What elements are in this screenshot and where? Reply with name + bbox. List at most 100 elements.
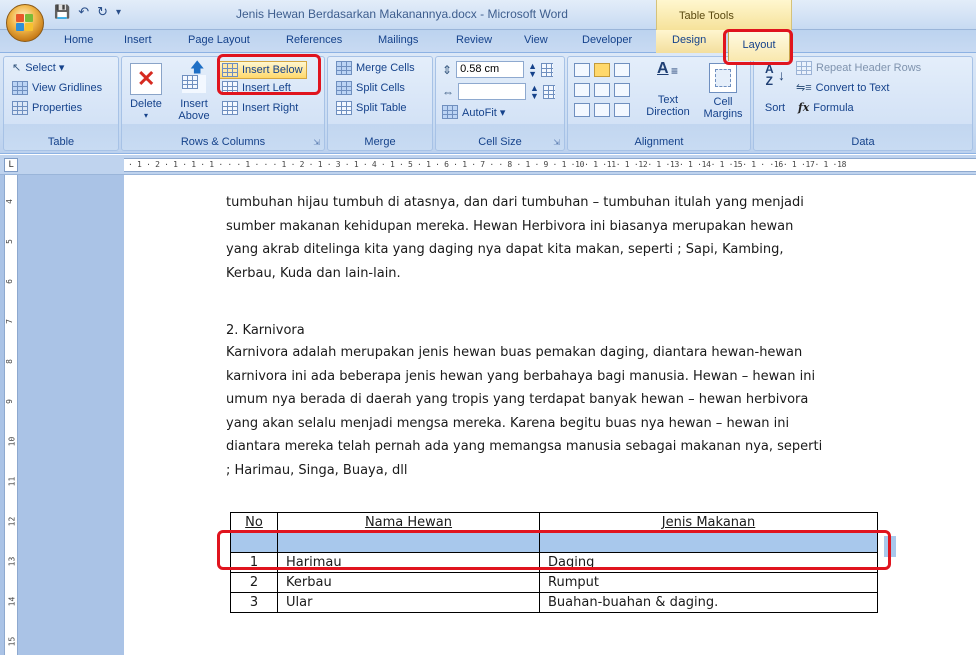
distribute-rows-icon[interactable] — [540, 62, 553, 77]
align-bottom-left-icon[interactable] — [574, 103, 590, 117]
tab-layout[interactable]: Layout — [728, 30, 790, 61]
tab-home[interactable]: Home — [64, 34, 93, 46]
table-cell[interactable]: Rumput — [539, 572, 878, 593]
row-height-input[interactable]: 0.58 cm — [456, 61, 525, 78]
merge-cells-label: Merge Cells — [356, 62, 415, 74]
header-nama-hewan[interactable]: Nama Hewan — [277, 512, 540, 533]
text-direction-button[interactable]: A ≡ Text Direction — [640, 61, 696, 119]
align-bottom-right-icon[interactable] — [614, 103, 630, 117]
table-cell[interactable] — [230, 532, 278, 553]
delete-button[interactable]: ✕ Delete ▾ — [126, 63, 166, 122]
sort-button[interactable]: AZ ↓ Sort — [760, 63, 790, 114]
table-properties-icon — [12, 101, 28, 115]
insert-right-label: Insert Right — [242, 102, 299, 114]
table-cell[interactable] — [539, 532, 878, 553]
cell-margins-label-1: Cell — [713, 96, 733, 108]
save-icon[interactable]: 💾 — [54, 5, 70, 20]
table-cell[interactable]: Buahan-buahan & daging. — [539, 592, 878, 613]
vertical-ruler[interactable]: 4 5 6 7 8 9 10 11 12 13 14 15 — [4, 175, 18, 655]
formula-button[interactable]: fx Formula — [798, 101, 854, 114]
dialog-launcher-icon[interactable]: ⇲ — [313, 138, 320, 147]
cell-margins-icon — [709, 63, 737, 93]
redo-icon[interactable]: ↻ — [97, 5, 108, 20]
tab-review[interactable]: Review — [456, 34, 492, 46]
column-width-input[interactable] — [458, 83, 526, 100]
document-page[interactable]: tumbuhan hijau tumbuh di atasnya, dan da… — [124, 175, 976, 655]
table-cell[interactable]: Harimau — [277, 552, 540, 573]
distribute-columns-icon[interactable] — [542, 84, 555, 99]
text-line: diantara mereka telah pernah ada yang me… — [226, 439, 823, 454]
tab-selector-icon[interactable]: L — [4, 158, 18, 172]
table-cell[interactable]: 2 — [230, 572, 278, 593]
table-cell[interactable]: Kerbau — [277, 572, 540, 593]
animal-table[interactable]: No Nama Hewan Jenis Makanan 1 Harimau Da… — [230, 512, 878, 613]
table-row-selected[interactable] — [230, 532, 878, 553]
table-cell[interactable]: Ular — [277, 592, 540, 613]
table-row[interactable]: 2 Kerbau Rumput — [230, 572, 878, 593]
table-row[interactable]: 1 Harimau Daging — [230, 552, 878, 573]
insert-left-button[interactable]: Insert Left — [222, 81, 291, 95]
column-width-spinner-icon[interactable]: ▲ ▼ — [530, 83, 539, 100]
insert-right-button[interactable]: Insert Right — [222, 101, 298, 115]
insert-above-button[interactable]: 🡅 Insert Above — [174, 60, 214, 122]
sort-label: Sort — [764, 102, 786, 114]
window-title: Jenis Hewan Berdasarkan Makanannya.docx … — [236, 7, 568, 21]
cell-margins-button[interactable]: Cell Margins — [698, 63, 748, 120]
text-line: yang akrab ditelinga kita yang daging ny… — [226, 242, 784, 257]
text-line: Kerbau, Kuda dan lain-lain. — [226, 265, 401, 281]
tab-insert[interactable]: Insert — [124, 34, 152, 46]
text-line: tumbuhan hijau tumbuh di atasnya, dan da… — [226, 195, 804, 210]
title-bar: 💾 ↶ ↻ ▾ Jenis Hewan Berdasarkan Makanann… — [0, 0, 976, 30]
dialog-launcher-icon[interactable]: ⇲ — [553, 138, 560, 147]
tab-references[interactable]: References — [286, 34, 342, 46]
table-cell[interactable] — [277, 532, 540, 553]
office-button[interactable] — [6, 4, 44, 42]
align-middle-center-icon[interactable] — [594, 83, 610, 97]
quick-access-toolbar: 💾 ↶ ↻ ▾ — [54, 5, 121, 20]
horizontal-ruler[interactable]: · 1 · 2 · 1 · 1 · 1 · · · 1 · · · 1 · 2 … — [124, 158, 976, 172]
table-cell[interactable]: 1 — [230, 552, 278, 573]
align-middle-right-icon[interactable] — [614, 83, 630, 97]
header-no[interactable]: No — [230, 512, 278, 533]
group-label-merge: Merge — [364, 136, 396, 148]
header-jenis-makanan[interactable]: Jenis Makanan — [539, 512, 878, 533]
tab-design[interactable]: Design — [672, 34, 706, 46]
table-cell[interactable]: 3 — [230, 592, 278, 613]
table-row[interactable]: 3 Ular Buahan-buahan & daging. — [230, 592, 878, 613]
autofit-label: AutoFit ▾ — [462, 106, 506, 119]
paragraph-karnivora: 2. Karnivora Karnivora adalah merupakan … — [226, 321, 866, 482]
repeat-header-rows-button[interactable]: Repeat Header Rows — [796, 61, 921, 75]
split-cells-button[interactable]: Split Cells — [336, 81, 405, 95]
split-cells-icon — [336, 81, 352, 95]
select-label: Select ▾ — [25, 62, 65, 74]
text-line: karnivora ini ada beberapa jenis hewan y… — [226, 368, 816, 384]
tab-mailings[interactable]: Mailings — [378, 34, 418, 46]
align-top-right-icon[interactable] — [614, 63, 630, 77]
insert-below-button[interactable]: Insert Below — [218, 61, 307, 79]
insert-below-icon — [222, 63, 238, 77]
autofit-button[interactable]: AutoFit ▾ — [442, 105, 505, 119]
delete-label: Delete — [130, 98, 162, 110]
undo-icon[interactable]: ↶ — [78, 5, 89, 20]
align-top-center-icon[interactable] — [594, 63, 610, 77]
row-height-spinner-icon[interactable]: ▲ ▼ — [528, 61, 537, 78]
customize-icon[interactable]: ▾ — [116, 7, 121, 20]
insert-below-label: Insert Below — [242, 64, 303, 76]
insert-above-label-2: Above — [178, 110, 210, 122]
tab-page-layout[interactable]: Page Layout — [188, 34, 250, 46]
table-cell[interactable]: Daging — [539, 552, 878, 573]
align-middle-left-icon[interactable] — [574, 83, 590, 97]
properties-button[interactable]: Properties — [12, 101, 82, 115]
split-table-button[interactable]: Split Table — [336, 101, 407, 115]
align-top-left-icon[interactable] — [574, 63, 590, 77]
align-bottom-center-icon[interactable] — [594, 103, 610, 117]
view-gridlines-button[interactable]: View Gridlines — [12, 81, 102, 95]
select-button[interactable]: ↖ Select ▾ — [12, 61, 64, 74]
tab-developer[interactable]: Developer — [582, 34, 632, 46]
office-logo-icon — [16, 14, 34, 32]
merge-cells-button[interactable]: Merge Cells — [336, 61, 415, 75]
convert-to-text-button[interactable]: ⇋≡ Convert to Text — [796, 81, 889, 95]
tab-view[interactable]: View — [524, 34, 548, 46]
group-label-alignment: Alignment — [634, 136, 684, 148]
vruler-num: 15 — [7, 636, 17, 647]
